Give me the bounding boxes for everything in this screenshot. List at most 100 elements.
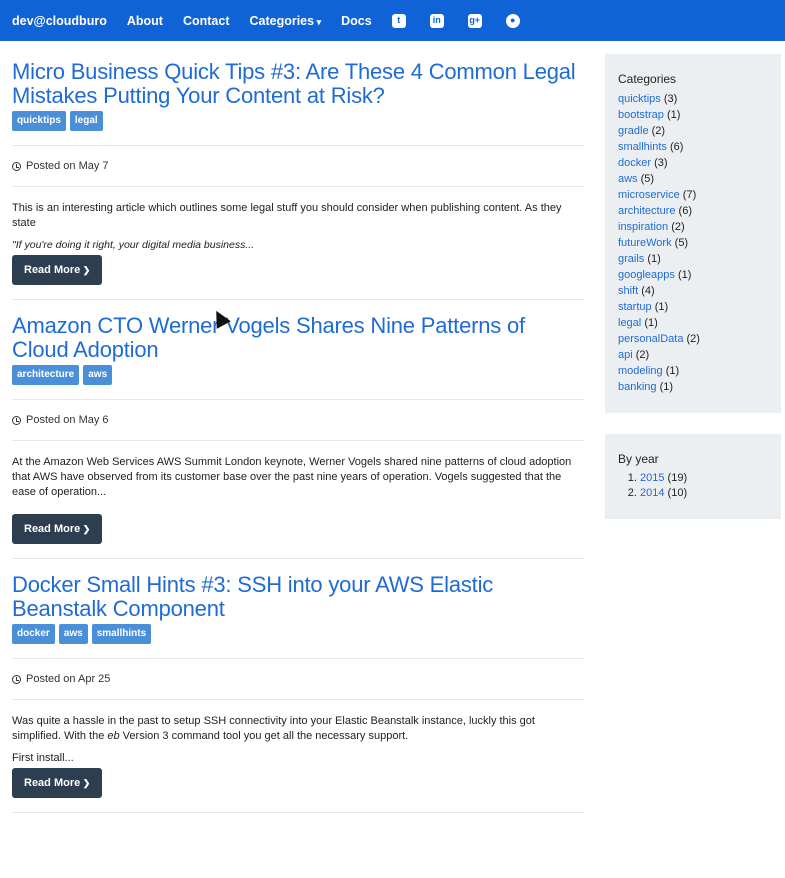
- tag-quicktips[interactable]: quicktips: [12, 111, 66, 131]
- category-link[interactable]: shift: [618, 285, 638, 297]
- category-count: (5): [674, 237, 689, 249]
- category-link[interactable]: api: [618, 349, 633, 361]
- tag-architecture[interactable]: architecture: [12, 365, 80, 385]
- tag-smallhints[interactable]: smallhints: [91, 624, 152, 644]
- top-navbar: dev@cloudburo About Contact Categories D…: [0, 0, 785, 41]
- category-link[interactable]: smallhints: [618, 141, 667, 153]
- category-count: (6): [678, 205, 692, 217]
- category-item: startup (1): [618, 299, 768, 315]
- nav-categories-dropdown[interactable]: Categories: [249, 14, 321, 28]
- brand-link[interactable]: dev@cloudburo: [12, 14, 107, 28]
- category-link[interactable]: quicktips: [618, 93, 661, 105]
- post-meta: Posted on May 6: [12, 399, 584, 441]
- year-list: 2015 (19) 2014 (10): [618, 471, 768, 501]
- category-count: (1): [647, 253, 661, 265]
- category-link[interactable]: googleapps: [618, 269, 675, 281]
- category-item: architecture (6): [618, 203, 768, 219]
- category-link[interactable]: startup: [618, 301, 652, 313]
- read-more-button[interactable]: Read More: [12, 514, 103, 544]
- category-item: shift (4): [618, 283, 768, 299]
- year-link[interactable]: 2015: [640, 472, 664, 484]
- category-count: (1): [666, 109, 681, 121]
- category-link[interactable]: legal: [618, 317, 641, 329]
- year-item: 2015 (19): [640, 471, 768, 486]
- github-icon[interactable]: ●: [505, 13, 520, 28]
- post-excerpt: This is an interesting article which out…: [12, 202, 562, 229]
- category-item: bootstrap (1): [618, 107, 768, 123]
- categories-panel: Categories quicktips (3) bootstrap (1) gra…: [605, 54, 781, 413]
- post-title[interactable]: Micro Business Quick Tips #3: Are These …: [12, 60, 584, 108]
- category-link[interactable]: microservice: [618, 189, 680, 201]
- category-item: aws (5): [618, 171, 768, 187]
- year-link[interactable]: 2014: [640, 487, 664, 499]
- post-tags: quicktips legal: [12, 111, 584, 131]
- category-count: (4): [641, 285, 655, 297]
- post-excerpt-emphasis: eb: [107, 730, 120, 742]
- read-more-button[interactable]: Read More: [12, 768, 103, 798]
- year-item: 2014 (10): [640, 486, 768, 501]
- category-item: modeling (1): [618, 363, 768, 379]
- category-item: quicktips (3): [618, 91, 768, 107]
- twitter-icon[interactable]: t: [391, 13, 406, 28]
- post-tags: docker aws smallhints: [12, 624, 584, 644]
- category-item: googleapps (1): [618, 267, 768, 283]
- category-count: (2): [686, 333, 700, 345]
- category-item: api (2): [618, 347, 768, 363]
- category-link[interactable]: aws: [618, 173, 638, 185]
- post-item: Amazon CTO Werner Vogels Shares Nine Pat…: [12, 314, 584, 559]
- category-count: (2): [671, 221, 685, 233]
- category-link[interactable]: futureWork: [618, 237, 672, 249]
- category-item: inspiration (2): [618, 219, 768, 235]
- tag-aws[interactable]: aws: [58, 624, 88, 644]
- post-date: Posted on May 6: [26, 414, 109, 426]
- by-year-panel: By year 2015 (19) 2014 (10): [605, 434, 781, 519]
- nav-contact[interactable]: Contact: [183, 14, 230, 28]
- tag-aws[interactable]: aws: [83, 365, 113, 385]
- post-first-line: First install...: [12, 752, 74, 764]
- category-item: futureWork (5): [618, 235, 768, 251]
- post-meta: Posted on May 7: [12, 145, 584, 187]
- category-item: docker (3): [618, 155, 768, 171]
- category-count: (1): [659, 381, 674, 393]
- tag-legal[interactable]: legal: [69, 111, 103, 131]
- category-count: (3): [663, 93, 678, 105]
- post-title[interactable]: Amazon CTO Werner Vogels Shares Nine Pat…: [12, 314, 584, 362]
- category-link[interactable]: modeling: [618, 365, 663, 377]
- category-item: microservice (7): [618, 187, 768, 203]
- post-quote: "If you're doing it right, your digital …: [12, 239, 255, 251]
- category-count: (1): [644, 317, 658, 329]
- read-more-button[interactable]: Read More: [12, 255, 103, 285]
- linkedin-icon[interactable]: in: [429, 13, 444, 28]
- tag-docker[interactable]: docker: [12, 624, 55, 644]
- category-link[interactable]: bootstrap: [618, 109, 664, 121]
- category-count: (5): [640, 173, 655, 185]
- category-link[interactable]: architecture: [618, 205, 675, 217]
- post-excerpt: Was quite a hassle in the past to setup …: [12, 714, 584, 744]
- category-count: (1): [665, 365, 680, 377]
- category-item: gradle (2): [618, 123, 768, 139]
- category-link[interactable]: personalData: [618, 333, 683, 345]
- category-count: (1): [654, 301, 669, 313]
- category-link[interactable]: gradle: [618, 125, 649, 137]
- category-link[interactable]: grails: [618, 253, 644, 265]
- clock-icon: [12, 415, 21, 425]
- post-item: Docker Small Hints #3: SSH into your AWS…: [12, 573, 584, 813]
- category-item: legal (1): [618, 315, 768, 331]
- post-list: Micro Business Quick Tips #3: Are These …: [12, 60, 584, 813]
- category-count: (6): [669, 141, 684, 153]
- category-count: (3): [654, 157, 668, 169]
- category-item: grails (1): [618, 251, 768, 267]
- clock-icon: [12, 674, 21, 684]
- year-count: (19): [667, 472, 688, 484]
- nav-about[interactable]: About: [127, 14, 163, 28]
- by-year-heading: By year: [618, 452, 659, 466]
- category-list: quicktips (3) bootstrap (1) gradle (2) smal…: [618, 91, 768, 395]
- nav-docs[interactable]: Docs: [341, 14, 372, 28]
- category-link[interactable]: inspiration: [618, 221, 668, 233]
- category-item: smallhints (6): [618, 139, 768, 155]
- category-link[interactable]: docker: [618, 157, 651, 169]
- category-link[interactable]: banking: [618, 381, 657, 393]
- category-count: (2): [651, 125, 666, 137]
- google-plus-icon[interactable]: g+: [467, 13, 482, 28]
- post-title[interactable]: Docker Small Hints #3: SSH into your AWS…: [12, 573, 584, 621]
